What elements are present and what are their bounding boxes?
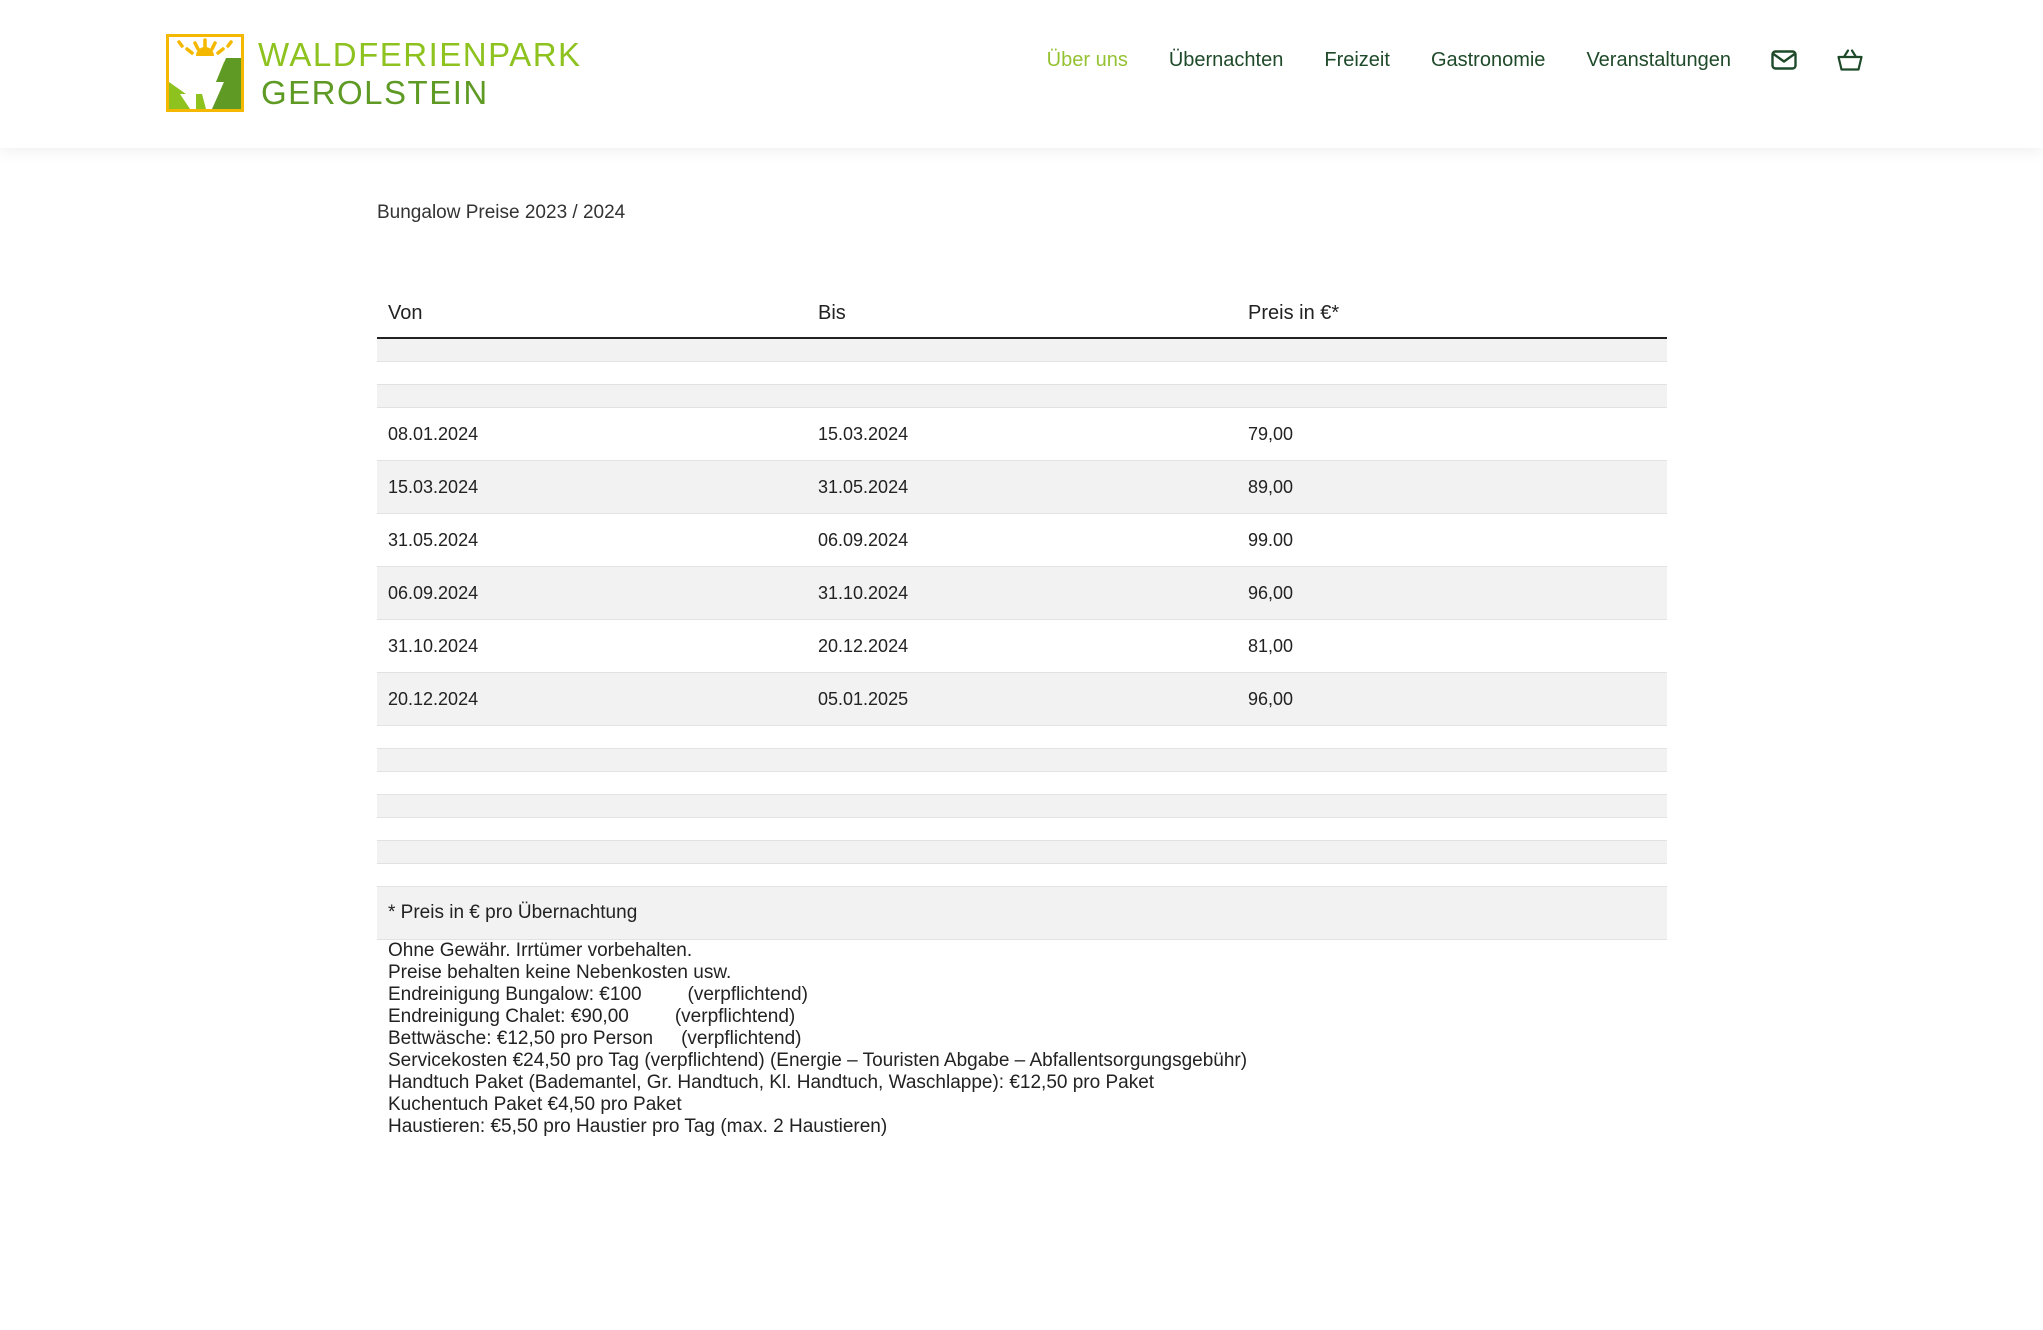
site-logo[interactable]: WALDFERIENPARK GEROLSTEIN bbox=[166, 34, 582, 112]
no-extras-text: Preise behalten keine Nebenkosten usw. bbox=[388, 962, 732, 983]
cell-bis: 20.12.2024 bbox=[807, 619, 1237, 673]
price-notes: Ohne Gewähr. Irrtümer vorbehalten. Preis… bbox=[377, 940, 1667, 1138]
bedding-text: Bettwäsche: €12,50 pro Person bbox=[388, 1028, 654, 1049]
table-row-empty bbox=[377, 725, 1667, 749]
nav-item-veranstaltungen[interactable]: Veranstaltungen bbox=[1586, 49, 1731, 72]
site-header: WALDFERIENPARK GEROLSTEIN Über uns Übern… bbox=[0, 0, 2043, 148]
table-row-empty bbox=[377, 338, 1667, 362]
cell-bis: 15.03.2024 bbox=[807, 407, 1237, 461]
brand-wordmark: WALDFERIENPARK GEROLSTEIN bbox=[258, 38, 582, 109]
nav-item-uebernachten[interactable]: Übernachten bbox=[1169, 49, 1284, 72]
pets-text: Haustieren: €5,50 pro Haustier pro Tag (… bbox=[388, 1116, 888, 1137]
cell-preis: 96,00 bbox=[1237, 672, 1667, 726]
disclaimer-text: Ohne Gewähr. Irrtümer vorbehalten. bbox=[388, 940, 693, 961]
cell-preis: 81,00 bbox=[1237, 619, 1667, 673]
cell-bis: 31.05.2024 bbox=[807, 460, 1237, 514]
cell-bis: 06.09.2024 bbox=[807, 513, 1237, 567]
cell-von: 06.09.2024 bbox=[377, 566, 807, 620]
cleaning-bungalow-status: (verpflichtend) bbox=[687, 984, 808, 1005]
mail-icon[interactable] bbox=[1771, 47, 1797, 73]
column-header-von: Von bbox=[377, 302, 807, 339]
table-header-row: Von Bis Preis in €* bbox=[377, 302, 1667, 339]
nav-item-freizeit[interactable]: Freizeit bbox=[1324, 49, 1390, 72]
forest-sun-logo-icon bbox=[166, 34, 244, 112]
kitchen-towel-text: Kuchentuch Paket €4,50 pro Paket bbox=[388, 1094, 682, 1115]
basket-icon[interactable] bbox=[1837, 47, 1863, 73]
cell-von: 31.05.2024 bbox=[377, 513, 807, 567]
nav-item-gastronomie[interactable]: Gastronomie bbox=[1431, 49, 1546, 72]
cell-bis: 05.01.2025 bbox=[807, 672, 1237, 726]
bedding-status: (verpflichtend) bbox=[681, 1028, 802, 1049]
price-footnote: * Preis in € pro Übernachtung bbox=[377, 886, 1667, 940]
table-row-empty bbox=[377, 384, 1667, 408]
table-footnote-row: * Preis in € pro Übernachtung bbox=[377, 886, 1667, 940]
column-header-preis: Preis in €* bbox=[1237, 302, 1667, 339]
brand-name-line2: GEROLSTEIN bbox=[261, 73, 489, 111]
main-navigation: Über uns Übernachten Freizeit Gastronomi… bbox=[1006, 47, 1863, 73]
table-row: 06.09.2024 31.10.2024 96,00 bbox=[377, 566, 1667, 620]
table-row: 31.10.2024 20.12.2024 81,00 bbox=[377, 619, 1667, 673]
table-row: 20.12.2024 05.01.2025 96,00 bbox=[377, 672, 1667, 726]
cell-preis: 89,00 bbox=[1237, 460, 1667, 514]
nav-item-ueber-uns[interactable]: Über uns bbox=[1047, 49, 1128, 72]
cleaning-chalet-line: Endreinigung Chalet: €90,00 (verpflichten… bbox=[388, 1006, 1667, 1028]
cell-preis: 99.00 bbox=[1237, 513, 1667, 567]
table-row-empty bbox=[377, 794, 1667, 818]
cell-preis: 79,00 bbox=[1237, 407, 1667, 461]
cleaning-chalet-status: (verpflichtend) bbox=[674, 1006, 796, 1027]
towel-pack-text: Handtuch Paket (Bademantel, Gr. Handtuch… bbox=[388, 1072, 1155, 1093]
brand-name-line1: WALDFERIENPARK bbox=[258, 35, 582, 73]
cell-von: 15.03.2024 bbox=[377, 460, 807, 514]
column-header-bis: Bis bbox=[807, 302, 1237, 339]
table-row: 31.05.2024 06.09.2024 99.00 bbox=[377, 513, 1667, 567]
table-row-empty bbox=[377, 863, 1667, 887]
table-row-empty bbox=[377, 771, 1667, 795]
table-row-empty bbox=[377, 748, 1667, 772]
table-row: 15.03.2024 31.05.2024 89,00 bbox=[377, 460, 1667, 514]
cell-von: 20.12.2024 bbox=[377, 672, 807, 726]
cleaning-bungalow-line: Endreinigung Bungalow: €100 (verpflichten… bbox=[388, 984, 1667, 1006]
main-content: Bungalow Preise 2023 / 2024 Von Bis Prei… bbox=[377, 148, 1667, 1138]
bedding-line: Bettwäsche: €12,50 pro Person (verpflicht… bbox=[388, 1028, 1667, 1050]
price-table: Von Bis Preis in €* 08.01.2024 15.03.202… bbox=[377, 302, 1667, 940]
cell-von: 08.01.2024 bbox=[377, 407, 807, 461]
cell-bis: 31.10.2024 bbox=[807, 566, 1237, 620]
cell-preis: 96,00 bbox=[1237, 566, 1667, 620]
cleaning-chalet-text: Endreinigung Chalet: €90,00 bbox=[388, 1006, 629, 1027]
table-row-empty bbox=[377, 840, 1667, 864]
cell-von: 31.10.2024 bbox=[377, 619, 807, 673]
cleaning-bungalow-text: Endreinigung Bungalow: €100 bbox=[388, 984, 642, 1005]
table-row: 08.01.2024 15.03.2024 79,00 bbox=[377, 407, 1667, 461]
service-costs-text: Servicekosten €24,50 pro Tag (verpflicht… bbox=[388, 1050, 1248, 1071]
table-row-empty bbox=[377, 361, 1667, 385]
page-title: Bungalow Preise 2023 / 2024 bbox=[377, 202, 626, 223]
table-row-empty bbox=[377, 817, 1667, 841]
